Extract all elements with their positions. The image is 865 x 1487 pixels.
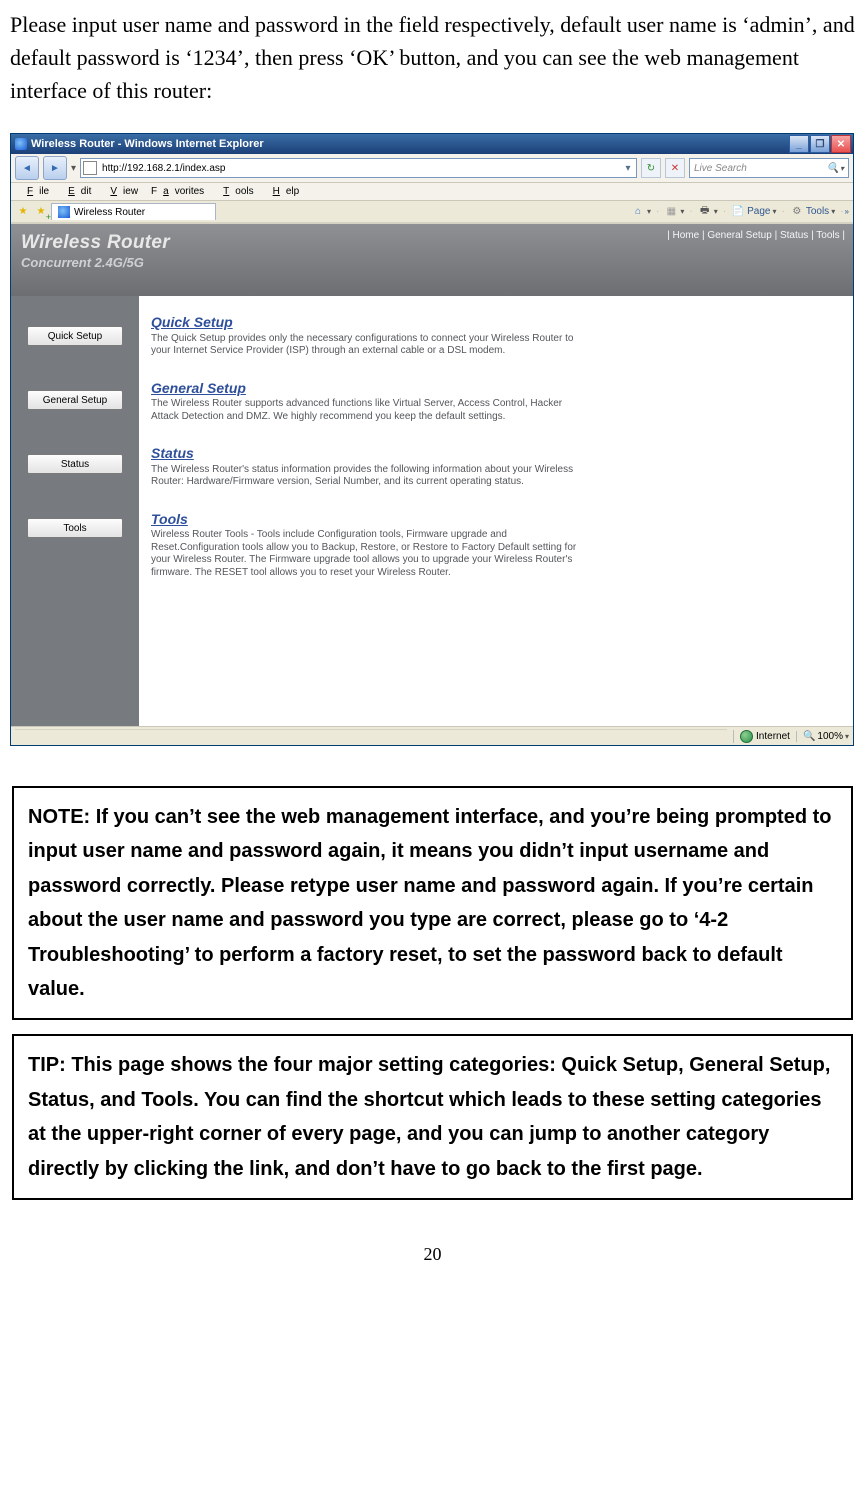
address-bar[interactable]: ▾ xyxy=(80,158,637,178)
section-title-quick-setup[interactable]: Quick Setup xyxy=(151,314,839,332)
tools-menu[interactable]: ⚙Tools ▾ xyxy=(786,204,839,220)
section-title-status[interactable]: Status xyxy=(151,445,839,463)
menu-file[interactable]: File xyxy=(15,185,55,198)
tab-bar: ★ ★+ Wireless Router ⌂▾ · ▦▾ · 🖶▾ · 📄Pag… xyxy=(11,201,853,224)
page-menu[interactable]: 📄Page ▾ xyxy=(727,204,780,220)
browser-window: Wireless Router - Windows Internet Explo… xyxy=(10,133,854,746)
search-icon[interactable]: 🔍 xyxy=(827,163,839,174)
section-tools: Tools Wireless Router Tools - Tools incl… xyxy=(151,511,839,580)
tip-box: TIP: This page shows the four major sett… xyxy=(12,1034,853,1200)
zoom-value: 100% xyxy=(817,731,843,742)
menu-view[interactable]: View xyxy=(98,185,144,198)
zoom-control[interactable]: 🔍 100% ▾ xyxy=(796,731,849,742)
search-box[interactable]: Live Search 🔍 ▾ xyxy=(689,158,849,178)
url-input[interactable] xyxy=(100,162,622,175)
page-content: Wireless Router Concurrent 2.4G/5G | Hom… xyxy=(11,224,853,726)
browser-tab[interactable]: Wireless Router xyxy=(51,203,216,220)
add-favorites-icon[interactable]: ★+ xyxy=(33,204,49,220)
section-desc-quick-setup: The Quick Setup provides only the necess… xyxy=(151,333,581,358)
zoom-icon: 🔍 xyxy=(803,731,815,742)
note-box: NOTE: If you can’t see the web managemen… xyxy=(12,786,853,1020)
section-desc-tools: Wireless Router Tools - Tools include Co… xyxy=(151,529,581,579)
note-text: NOTE: If you can’t see the web managemen… xyxy=(28,800,837,1006)
section-desc-general-setup: The Wireless Router supports advanced fu… xyxy=(151,398,581,423)
maximize-button[interactable]: ❐ xyxy=(810,135,830,153)
horizontal-scrollbar[interactable] xyxy=(15,729,727,744)
window-title: Wireless Router - Windows Internet Explo… xyxy=(31,138,264,150)
zone-label: Internet xyxy=(756,731,790,742)
window-titlebar: Wireless Router - Windows Internet Explo… xyxy=(11,134,853,154)
forward-button[interactable]: ► xyxy=(43,156,67,180)
zone-indicator: Internet xyxy=(733,730,790,743)
router-header: Wireless Router Concurrent 2.4G/5G | Hom… xyxy=(11,224,853,296)
intro-paragraph: Please input user name and password in t… xyxy=(10,8,855,107)
nav-toolbar: ◄ ► ▾ ▾ ↻ ✕ Live Search 🔍 ▾ xyxy=(11,154,853,183)
router-sidebar: Quick Setup General Setup Status Tools xyxy=(11,296,139,726)
page-icon xyxy=(83,161,97,175)
minimize-button[interactable]: _ xyxy=(789,135,809,153)
section-title-general-setup[interactable]: General Setup xyxy=(151,380,839,398)
back-button[interactable]: ◄ xyxy=(15,156,39,180)
router-main: Quick Setup The Quick Setup provides onl… xyxy=(139,296,853,726)
page-number: 20 xyxy=(10,1244,855,1265)
section-quick-setup: Quick Setup The Quick Setup provides onl… xyxy=(151,314,839,358)
sidebar-tools-button[interactable]: Tools xyxy=(27,518,123,538)
sidebar-quick-setup-button[interactable]: Quick Setup xyxy=(27,326,123,346)
feeds-button[interactable]: ▦▾ xyxy=(660,204,688,220)
url-dropdown-icon[interactable]: ▾ xyxy=(622,163,634,174)
globe-icon xyxy=(740,730,753,743)
menu-help[interactable]: Help xyxy=(261,185,306,198)
section-status: Status The Wireless Router's status info… xyxy=(151,445,839,489)
favorites-star-icon[interactable]: ★ xyxy=(15,204,31,220)
status-bar: Internet 🔍 100% ▾ xyxy=(11,726,853,745)
menu-bar: File Edit View Favorites Tools Help xyxy=(11,183,853,201)
close-button[interactable]: ✕ xyxy=(831,135,851,153)
section-title-tools[interactable]: Tools xyxy=(151,511,839,529)
section-general-setup: General Setup The Wireless Router suppor… xyxy=(151,380,839,424)
tab-favicon-icon xyxy=(58,206,70,218)
ie-icon xyxy=(15,138,27,150)
section-desc-status: The Wireless Router's status information… xyxy=(151,464,581,489)
tab-label: Wireless Router xyxy=(74,207,145,218)
search-placeholder: Live Search xyxy=(694,163,747,174)
sidebar-status-button[interactable]: Status xyxy=(27,454,123,474)
menu-favorites[interactable]: Favorites xyxy=(145,185,210,198)
router-top-links[interactable]: | Home | General Setup | Status | Tools … xyxy=(667,230,845,241)
menu-tools[interactable]: Tools xyxy=(211,185,259,198)
router-header-subtitle: Concurrent 2.4G/5G xyxy=(21,255,843,270)
sidebar-general-setup-button[interactable]: General Setup xyxy=(27,390,123,410)
menu-edit[interactable]: Edit xyxy=(56,185,97,198)
stop-button[interactable]: ✕ xyxy=(665,158,685,178)
print-button[interactable]: 🖶▾ xyxy=(694,204,722,220)
refresh-button[interactable]: ↻ xyxy=(641,158,661,178)
tip-text: TIP: This page shows the four major sett… xyxy=(28,1048,837,1186)
home-button[interactable]: ⌂▾ xyxy=(627,204,655,220)
